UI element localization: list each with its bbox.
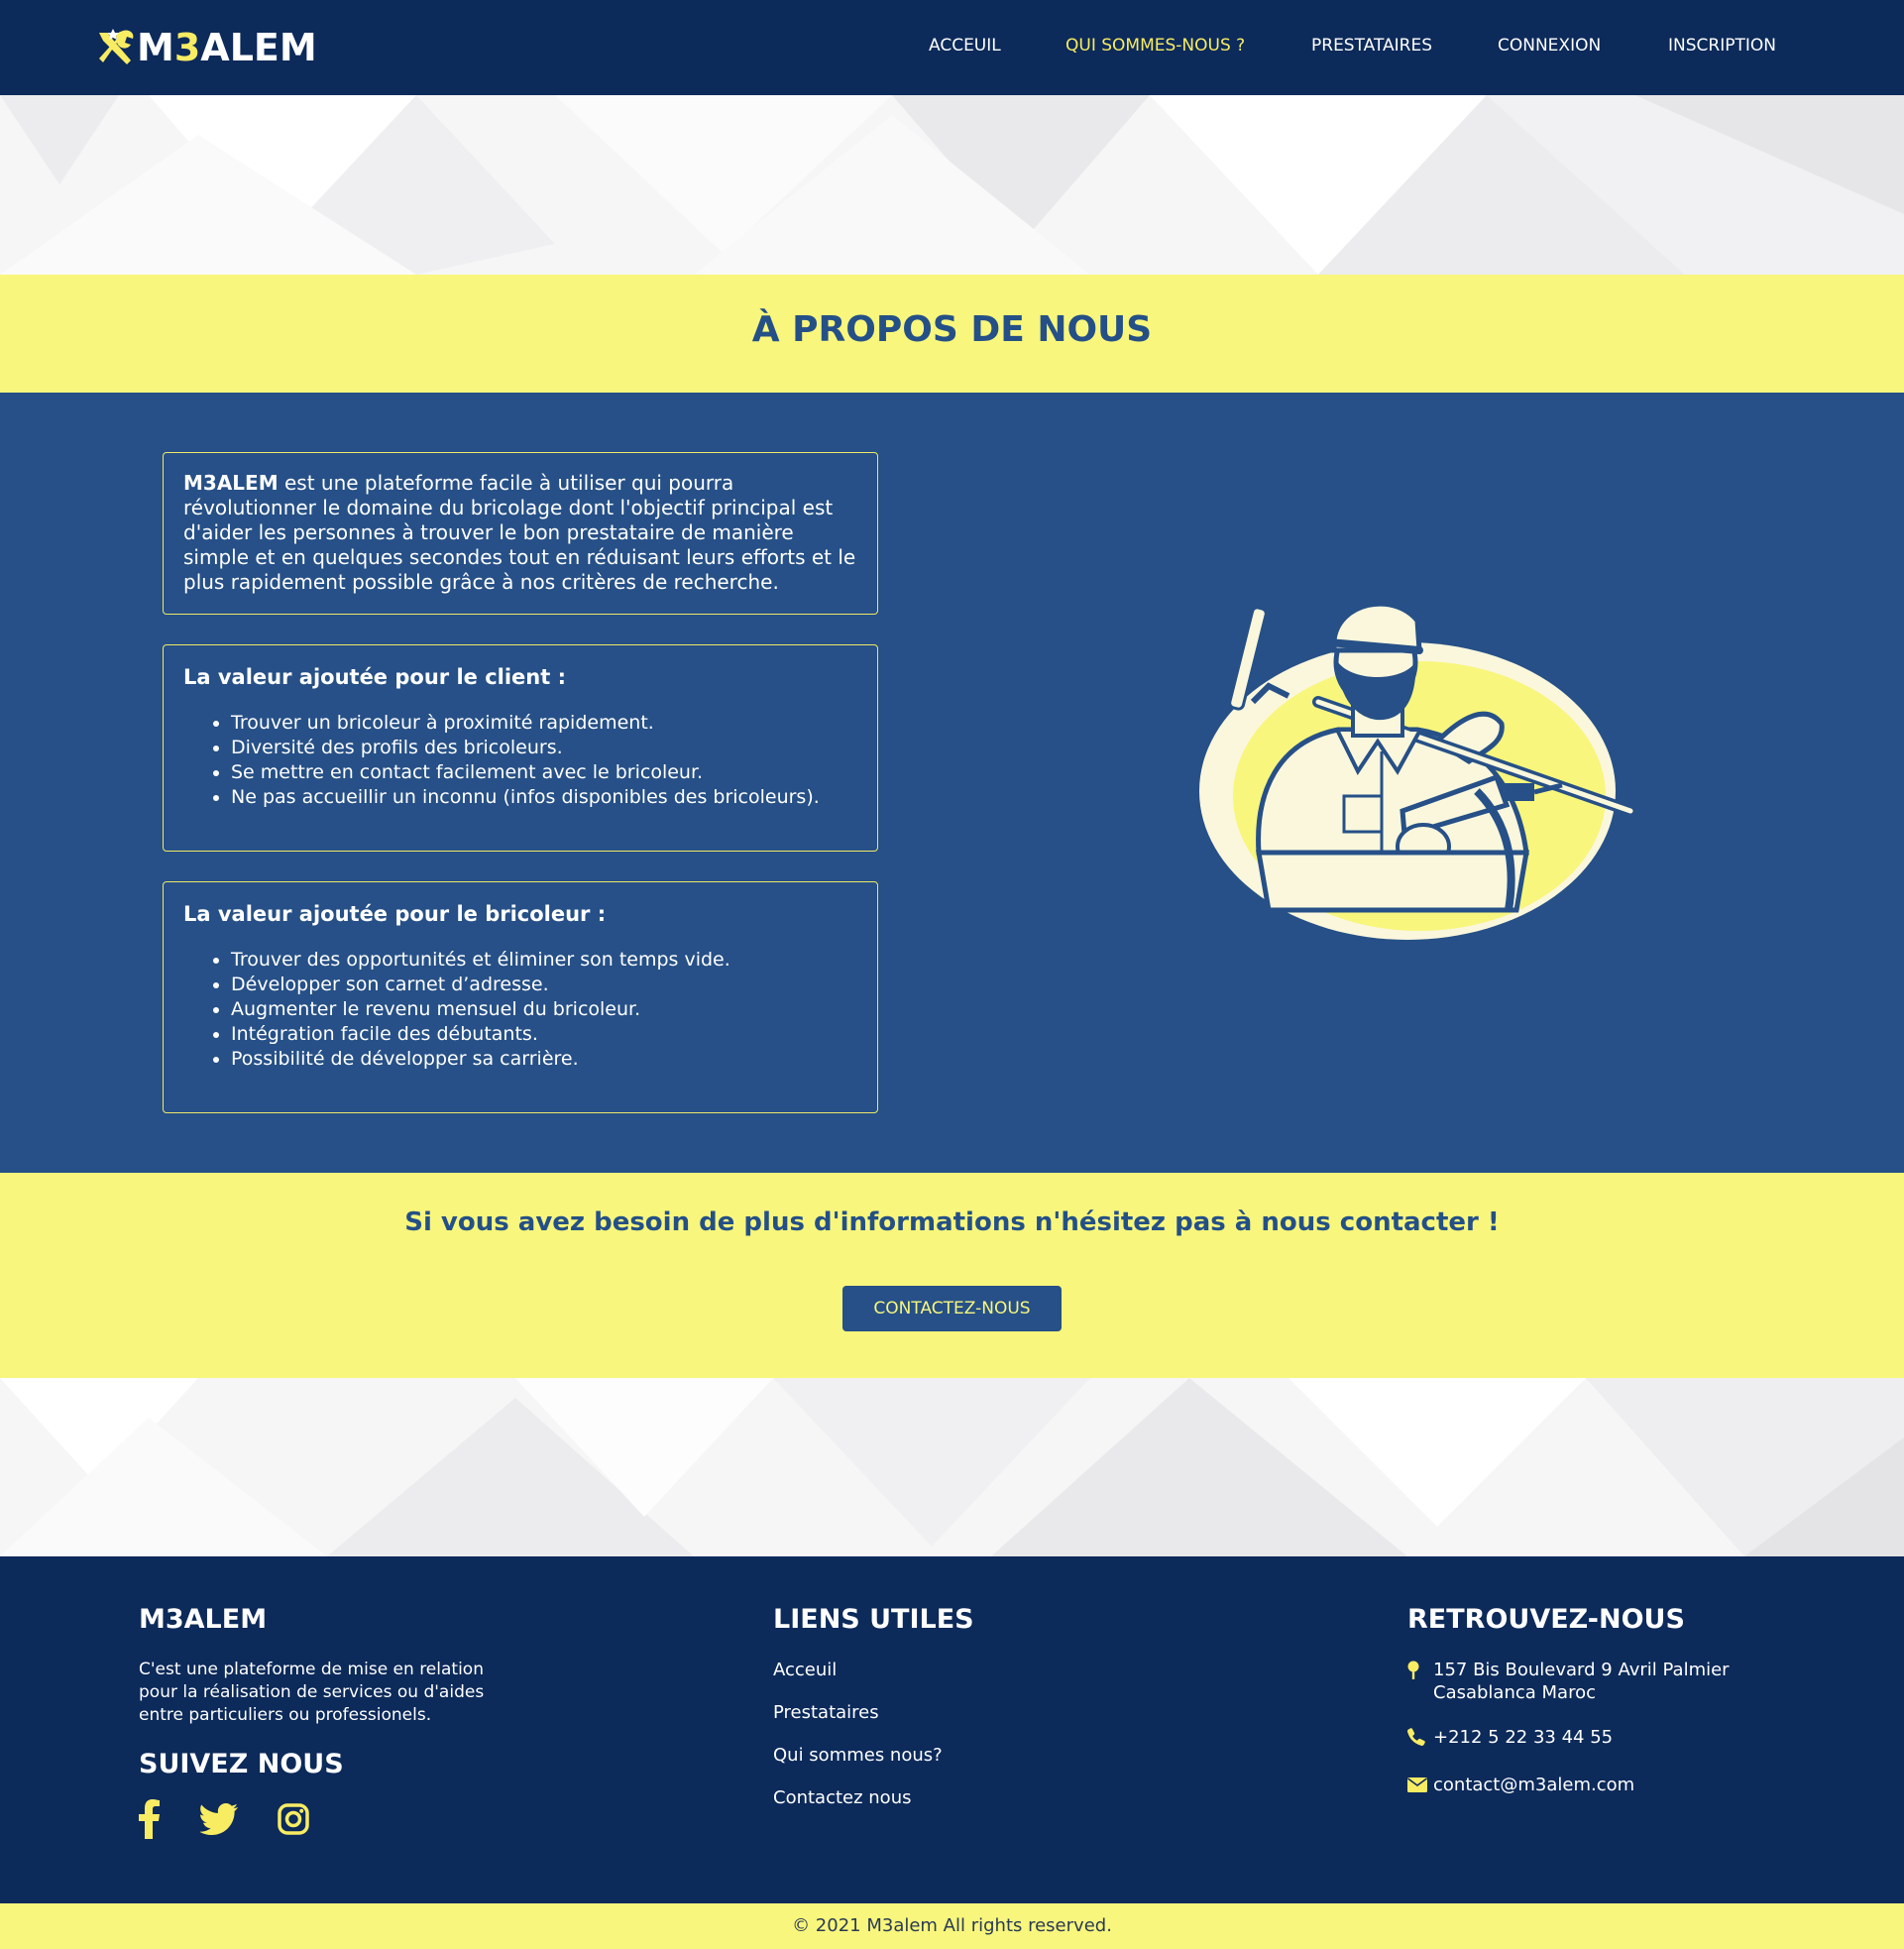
- navbar: M3ALEM ACCEUIL QUI SOMMES-NOUS ? PRESTAT…: [0, 0, 1904, 95]
- nav-prestataires[interactable]: PRESTATAIRES: [1311, 36, 1432, 56]
- footer-email: contact@m3alem.com: [1407, 1774, 1735, 1798]
- bricoleur-value-card: La valeur ajoutée pour le bricoleur : Tr…: [163, 881, 878, 1113]
- footer-contact-column: RETROUVEZ-NOUS 157 Bis Boulevard 9 Avril…: [1407, 1604, 1735, 1798]
- footer-phone: +212 5 22 33 44 55: [1407, 1726, 1735, 1752]
- copyright: © 2021 M3alem All rights reserved.: [0, 1903, 1904, 1949]
- main-nav: ACCEUIL QUI SOMMES-NOUS ? PRESTATAIRES C…: [0, 36, 1904, 59]
- handyman-illustration: [1199, 601, 1636, 940]
- intro-card: M3ALEM est une plateforme facile à utili…: [163, 452, 878, 615]
- useful-links-title: LIENS UTILES: [773, 1604, 974, 1635]
- footer-link-acceuil[interactable]: Acceuil: [773, 1659, 974, 1682]
- client-value-list: Trouver un bricoleur à proximité rapidem…: [164, 689, 877, 810]
- facebook-icon[interactable]: [139, 1799, 161, 1843]
- list-item: Trouver un bricoleur à proximité rapidem…: [231, 711, 857, 736]
- instagram-icon[interactable]: [278, 1803, 309, 1839]
- list-item: Intégration facile des débutants.: [231, 1022, 857, 1047]
- list-item: Développer son carnet d’adresse.: [231, 973, 857, 997]
- client-value-card: La valeur ajoutée pour le client : Trouv…: [163, 644, 878, 852]
- footer-address-text: 157 Bis Boulevard 9 Avril Palmier Casabl…: [1433, 1660, 1730, 1703]
- contact-band: Si vous avez besoin de plus d'informatio…: [0, 1173, 1904, 1378]
- footer: M3ALEM C'est une plateforme de mise en r…: [0, 1556, 1904, 1903]
- contact-band-text: Si vous avez besoin de plus d'informatio…: [404, 1207, 1500, 1237]
- bricoleur-value-list: Trouver des opportunités et éliminer son…: [164, 926, 877, 1072]
- list-item: Augmenter le revenu mensuel du bricoleur…: [231, 997, 857, 1022]
- footer-about-column: M3ALEM C'est une plateforme de mise en r…: [139, 1604, 496, 1843]
- twitter-icon[interactable]: [199, 1803, 238, 1839]
- footer-description: C'est une plateforme de mise en relation…: [139, 1660, 485, 1725]
- intro-text: M3ALEM est une plateforme facile à utili…: [183, 471, 856, 594]
- map-pin-icon: [1407, 1659, 1433, 1704]
- footer-link-contactez-nous[interactable]: Contactez nous: [773, 1786, 974, 1810]
- footer-phone-text[interactable]: +212 5 22 33 44 55: [1433, 1726, 1613, 1752]
- follow-us-title: SUIVEZ NOUS: [139, 1749, 344, 1779]
- footer-email-text[interactable]: contact@m3alem.com: [1433, 1774, 1634, 1798]
- nav-connexion[interactable]: CONNEXION: [1498, 36, 1601, 56]
- footer-links-column: LIENS UTILES Acceuil Prestataires Qui so…: [773, 1604, 974, 1810]
- footer-link-qui-sommes-nous[interactable]: Qui sommes nous?: [773, 1744, 974, 1768]
- nav-acceuil[interactable]: ACCEUIL: [929, 36, 1001, 56]
- find-us-title: RETROUVEZ-NOUS: [1407, 1604, 1685, 1635]
- client-value-heading: La valeur ajoutée pour le client :: [183, 665, 566, 689]
- footer-brand-title: M3ALEM: [139, 1604, 268, 1635]
- about-title: À PROPOS DE NOUS: [751, 309, 1153, 350]
- list-item: Trouver des opportunités et éliminer son…: [231, 948, 857, 973]
- decorative-pattern-top: [0, 95, 1904, 275]
- bricoleur-value-heading: La valeur ajoutée pour le bricoleur :: [183, 902, 607, 926]
- list-item: Ne pas accueillir un inconnu (infos disp…: [231, 785, 857, 810]
- social-links: [139, 1799, 496, 1843]
- phone-icon: [1407, 1726, 1433, 1752]
- envelope-icon: [1407, 1774, 1433, 1798]
- decorative-pattern-bottom: [0, 1378, 1904, 1556]
- nav-qui-sommes-nous[interactable]: QUI SOMMES-NOUS ?: [1065, 36, 1245, 56]
- about-title-band: À PROPOS DE NOUS: [0, 275, 1904, 393]
- list-item: Possibilité de développer sa carrière.: [231, 1047, 857, 1072]
- list-item: Diversité des profils des bricoleurs.: [231, 736, 857, 760]
- footer-link-prestataires[interactable]: Prestataires: [773, 1701, 974, 1725]
- footer-address: 157 Bis Boulevard 9 Avril Palmier Casabl…: [1407, 1659, 1735, 1704]
- nav-inscription[interactable]: INSCRIPTION: [1668, 36, 1776, 56]
- list-item: Se mettre en contact facilement avec le …: [231, 760, 857, 785]
- contact-us-button[interactable]: CONTACTEZ-NOUS: [842, 1286, 1062, 1331]
